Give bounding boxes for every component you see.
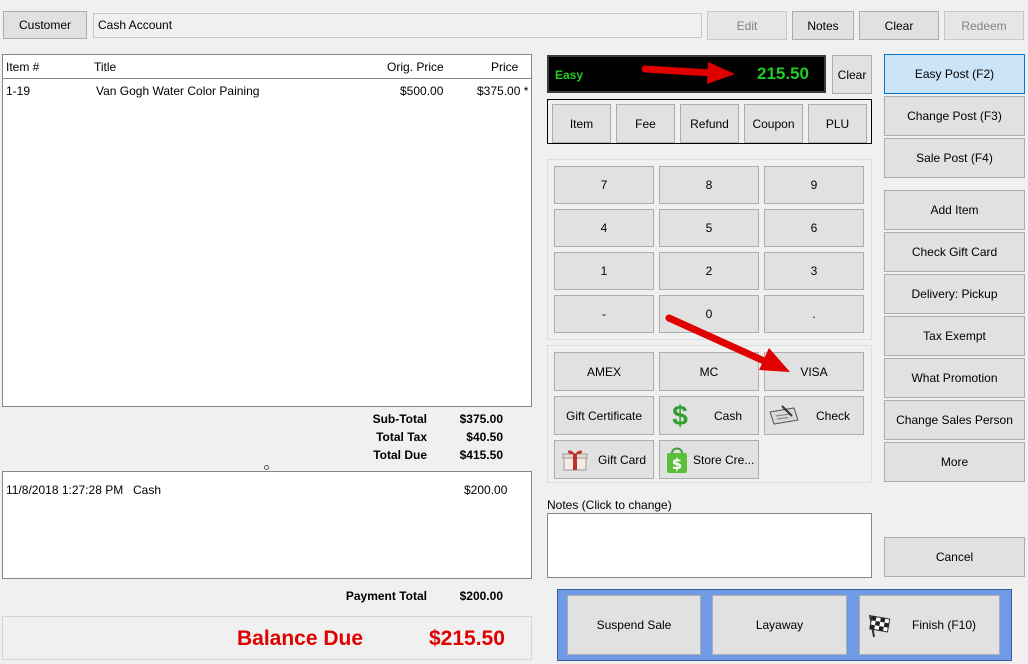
mc-button[interactable]: MC [659,352,759,391]
key-0[interactable]: 0 [659,295,759,333]
layaway-button[interactable]: Layaway [712,595,847,655]
gift-card-button[interactable]: Gift Card [554,440,654,479]
total-tax-value: $40.50 [466,430,503,444]
header-price[interactable]: Price [491,60,518,74]
cancel-button[interactable]: Cancel [884,537,1025,577]
key-7[interactable]: 7 [554,166,654,204]
coupon-button[interactable]: Coupon [744,104,803,143]
items-table[interactable]: Item # Title Orig. Price Price 1-19 Van … [2,54,532,407]
key-6[interactable]: 6 [764,209,864,247]
notes-label: Notes (Click to change) [547,498,672,512]
shopping-bag-icon: $ [665,446,689,474]
cash-label: Cash [714,408,743,423]
edit-button[interactable]: Edit [707,11,787,40]
key-1[interactable]: 1 [554,252,654,290]
splitter-handle[interactable] [264,465,269,470]
key-5[interactable]: 5 [659,209,759,247]
sale-post-button[interactable]: Sale Post (F4) [884,138,1025,178]
visa-button[interactable]: VISA [764,352,864,391]
total-tax-label: Total Tax [376,430,427,444]
amount-display: Easy 215.50 [547,55,826,93]
more-button[interactable]: More [884,442,1025,482]
key-8[interactable]: 8 [659,166,759,204]
customer-value: Cash Account [98,18,173,32]
store-credit-label: Store Cre... [693,452,755,467]
suspend-sale-button[interactable]: Suspend Sale [567,595,701,655]
display-mode: Easy [555,68,584,82]
table-row[interactable]: 1-19 Van Gogh Water Color Paining $500.0… [3,81,531,101]
check-button[interactable]: Check [764,396,864,435]
header-item-number[interactable]: Item # [6,60,39,74]
key-minus[interactable]: - [554,295,654,333]
gift-card-label: Gift Card [598,452,647,467]
gift-certificate-button[interactable]: Gift Certificate [554,396,654,435]
add-item-button[interactable]: Add Item [884,190,1025,230]
display-amount: 215.50 [757,64,809,83]
notes-textarea[interactable] [547,513,872,578]
clear-button[interactable]: Clear [859,11,939,40]
payment-method: Cash [133,483,162,497]
payment-amount: $200.00 [464,483,508,497]
what-promotion-button[interactable]: What Promotion [884,358,1025,398]
subtotal-value: $375.00 [459,412,503,426]
amex-button[interactable]: AMEX [554,352,654,391]
key-9[interactable]: 9 [764,166,864,204]
easy-post-button[interactable]: Easy Post (F2) [884,54,1025,94]
total-due-label: Total Due [373,448,427,462]
check-writing-icon [768,404,800,428]
payment-total-value: $200.00 [459,589,503,603]
cash-button[interactable]: $ Cash [659,396,759,435]
change-post-button[interactable]: Change Post (F3) [884,96,1025,136]
finish-label: Finish (F10) [912,618,977,632]
row-title: Van Gogh Water Color Paining [96,84,260,98]
tax-exempt-button[interactable]: Tax Exempt [884,316,1025,356]
row-item-number: 1-19 [6,84,31,98]
subtotal-label: Sub-Total [372,412,427,426]
fee-button[interactable]: Fee [616,104,675,143]
key-4[interactable]: 4 [554,209,654,247]
header-title[interactable]: Title [94,60,116,74]
gift-box-icon [560,448,590,472]
balance-due-value: $215.50 [429,627,505,650]
change-sales-person-button[interactable]: Change Sales Person [884,400,1025,440]
payment-datetime: 11/8/2018 1:27:28 PM [6,483,124,497]
plu-button[interactable]: PLU [808,104,867,143]
payments-list[interactable]: 11/8/2018 1:27:28 PM Cash $200.00 [2,471,532,579]
payment-row[interactable]: 11/8/2018 1:27:28 PM Cash $200.00 [3,480,531,500]
header-orig-price[interactable]: Orig. Price [387,60,444,74]
svg-text:$: $ [672,455,682,473]
row-orig-price: $500.00 [400,84,444,98]
balance-due-label: Balance Due [237,627,364,650]
customer-field[interactable]: Cash Account [93,13,702,38]
check-label: Check [816,408,851,423]
store-credit-button[interactable]: $ Store Cre... [659,440,759,479]
customer-button[interactable]: Customer [3,11,87,39]
key-2[interactable]: 2 [659,252,759,290]
notes-button[interactable]: Notes [792,11,854,40]
display-clear-button[interactable]: Clear [832,55,872,94]
key-dot[interactable]: . [764,295,864,333]
finish-button[interactable]: Finish (F10) [859,595,1000,655]
key-3[interactable]: 3 [764,252,864,290]
balance-due-box: Balance Due $215.50 [2,616,532,660]
payment-total-label: Payment Total [345,589,427,603]
dollar-icon: $ [672,399,688,431]
delivery-pickup-button[interactable]: Delivery: Pickup [884,274,1025,314]
refund-button[interactable]: Refund [680,104,739,143]
redeem-button[interactable]: Redeem [944,11,1024,40]
checkered-flag-icon [866,611,894,639]
items-table-header: Item # Title Orig. Price Price [3,55,531,79]
check-gift-card-button[interactable]: Check Gift Card [884,232,1025,272]
row-price: $375.00 * [477,84,529,98]
item-button[interactable]: Item [552,104,611,143]
total-due-value: $415.50 [459,448,503,462]
